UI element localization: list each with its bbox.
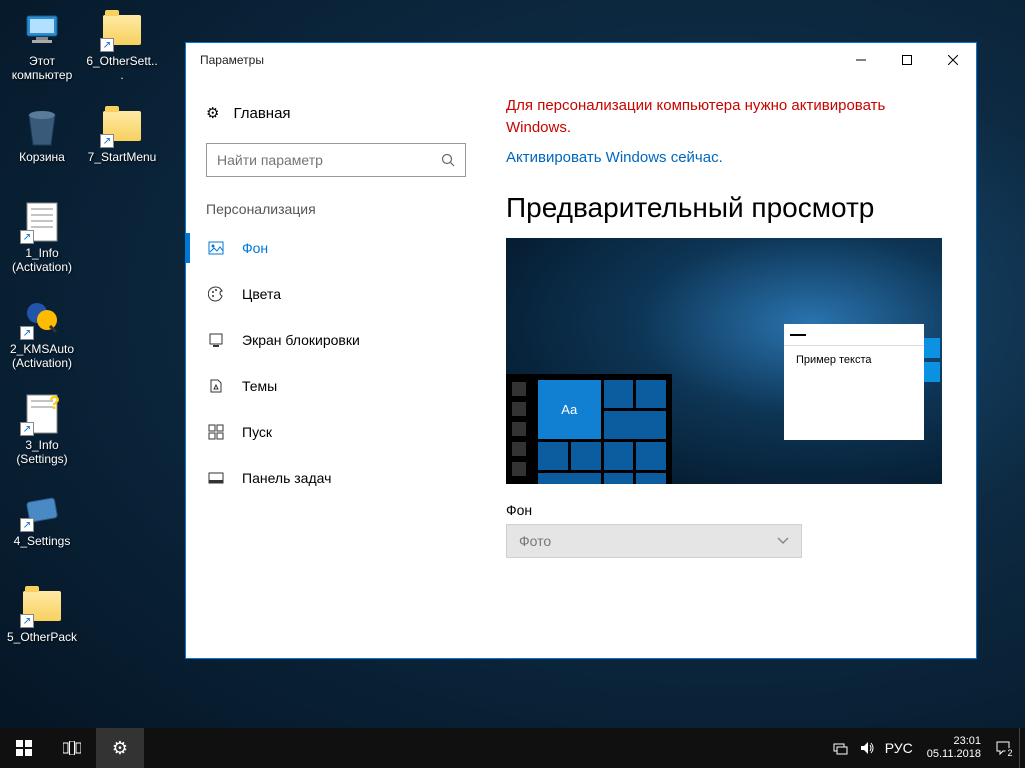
close-button[interactable] xyxy=(930,43,976,77)
desktop-icon-this-pc[interactable]: Этот компьютер xyxy=(4,4,80,86)
desktop-icon-recycle-bin[interactable]: Корзина xyxy=(4,100,80,168)
start-icon xyxy=(208,424,224,440)
desktop-icon-label: 7_StartMenu xyxy=(86,150,158,164)
text-file-icon: ? ↗ xyxy=(20,392,64,436)
desktop-icon-label: 1_Info (Activation) xyxy=(6,246,78,274)
search-input[interactable] xyxy=(206,143,466,177)
nav-label: Экран блокировки xyxy=(242,332,360,348)
desktop-icon-label: 2_KMSAuto (Activation) xyxy=(6,342,78,370)
nav-label: Цвета xyxy=(242,286,281,302)
folder-icon: ↗ xyxy=(100,104,144,148)
preview-sample-text: Пример текста xyxy=(784,346,924,374)
taskbar-icon xyxy=(208,470,224,486)
clock-date: 05.11.2018 xyxy=(927,748,981,761)
nav-label: Панель задач xyxy=(242,470,331,486)
maximize-button[interactable] xyxy=(884,43,930,77)
window-title: Параметры xyxy=(200,53,264,67)
activation-warning: Для персонализации компьютера нужно акти… xyxy=(506,95,946,139)
nav-label: Пуск xyxy=(242,424,272,440)
taskbar-settings[interactable]: ⚙ xyxy=(96,728,144,768)
desktop-icon-other-sett[interactable]: ↗ 6_OtherSett... xyxy=(84,4,160,86)
task-view-button[interactable] xyxy=(48,728,96,768)
background-label: Фон xyxy=(506,502,946,518)
svg-text:?: ? xyxy=(49,393,59,413)
preview-heading: Предварительный просмотр xyxy=(506,192,946,224)
desktop-icon-label: 5_OtherPack xyxy=(6,630,78,644)
computer-icon xyxy=(20,8,64,52)
start-button[interactable] xyxy=(0,728,48,768)
folder-icon: ↗ xyxy=(20,584,64,628)
nav-lockscreen[interactable]: Экран блокировки xyxy=(186,317,486,363)
nav-background[interactable]: Фон xyxy=(186,225,486,271)
settings-sidebar: ⚙ Главная Персонализация Фон Цв xyxy=(186,77,486,658)
palette-icon xyxy=(208,286,224,302)
taskbar: ⚙ РУС 23:01 05.11.2018 2 xyxy=(0,728,1025,768)
maximize-icon xyxy=(902,55,912,65)
preview-tile-aa: Aa xyxy=(538,380,601,439)
gear-icon: ⚙ xyxy=(206,104,219,122)
notification-count: 2 xyxy=(1005,748,1015,758)
lockscreen-icon xyxy=(208,332,224,348)
system-tray: РУС 23:01 05.11.2018 2 xyxy=(825,728,1019,768)
network-icon[interactable] xyxy=(833,740,849,756)
themes-icon xyxy=(208,378,224,394)
desktop-icon-3-info[interactable]: ? ↗ 3_Info (Settings) xyxy=(4,388,80,470)
preview-box: Пример текста Aa xyxy=(506,238,942,484)
window-controls xyxy=(838,43,976,77)
search-field[interactable] xyxy=(217,152,441,168)
picture-icon xyxy=(208,240,224,256)
minimize-button[interactable] xyxy=(838,43,884,77)
close-icon xyxy=(948,55,958,65)
windows-icon xyxy=(16,740,32,756)
dropdown-value: Фото xyxy=(519,533,551,549)
nav-taskbar[interactable]: Панель задач xyxy=(186,455,486,501)
volume-icon[interactable] xyxy=(859,740,875,756)
task-view-icon xyxy=(63,741,81,755)
recycle-bin-icon xyxy=(20,104,64,148)
clock-time: 23:01 xyxy=(927,735,981,748)
desktop-icon-start-menu[interactable]: ↗ 7_StartMenu xyxy=(84,100,160,168)
home-label: Главная xyxy=(233,105,290,122)
gear-icon: ⚙ xyxy=(112,738,128,759)
desktop-icon-2-kmsauto[interactable]: ↗ 2_KMSAuto (Activation) xyxy=(4,292,80,374)
minimize-icon xyxy=(856,55,866,65)
app-icon: ↗ xyxy=(20,488,64,532)
background-dropdown: Фото xyxy=(506,524,802,558)
nav-themes[interactable]: Темы xyxy=(186,363,486,409)
desktop-icon-label: 4_Settings xyxy=(6,534,78,548)
text-file-icon: ↗ xyxy=(20,200,64,244)
nav-start[interactable]: Пуск xyxy=(186,409,486,455)
nav-label: Темы xyxy=(242,378,277,394)
folder-icon: ↗ xyxy=(100,8,144,52)
nav-colors[interactable]: Цвета xyxy=(186,271,486,317)
language-indicator[interactable]: РУС xyxy=(885,740,913,756)
section-label: Персонализация xyxy=(186,195,486,225)
show-desktop-button[interactable] xyxy=(1019,728,1025,768)
search-icon xyxy=(441,153,455,167)
desktop-icon-label: Этот компьютер xyxy=(6,54,78,82)
desktop-icon-label: 3_Info (Settings) xyxy=(6,438,78,466)
desktop-icon-5-otherpack[interactable]: ↗ 5_OtherPack xyxy=(4,580,80,648)
home-button[interactable]: ⚙ Главная xyxy=(186,93,486,133)
desktop-icon-1-info[interactable]: ↗ 1_Info (Activation) xyxy=(4,196,80,278)
clock[interactable]: 23:01 05.11.2018 xyxy=(923,735,985,761)
activate-link[interactable]: Активировать Windows сейчас. xyxy=(506,149,723,166)
settings-content: Для персонализации компьютера нужно акти… xyxy=(486,77,976,658)
action-center-button[interactable]: 2 xyxy=(995,740,1011,756)
nav-label: Фон xyxy=(242,240,268,256)
chevron-down-icon xyxy=(777,537,789,545)
preview-start-menu: Aa xyxy=(506,374,942,484)
settings-window: Параметры ⚙ Главная П xyxy=(185,42,977,659)
title-bar[interactable]: Параметры xyxy=(186,43,976,77)
desktop-icon-label: Корзина xyxy=(6,150,78,164)
desktop-icon-4-settings[interactable]: ↗ 4_Settings xyxy=(4,484,80,552)
app-icon: ↗ xyxy=(20,296,64,340)
desktop-icon-label: 6_OtherSett... xyxy=(86,54,158,82)
